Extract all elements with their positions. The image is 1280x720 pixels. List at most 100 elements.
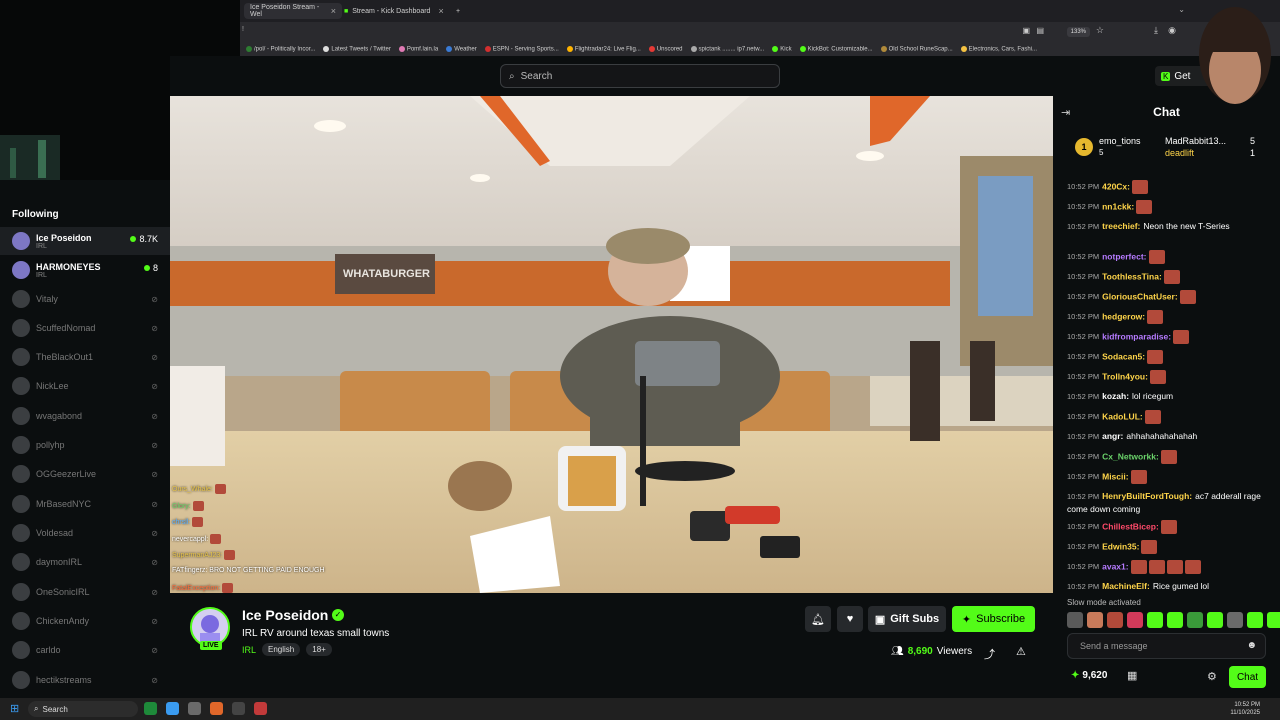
bookmark-item[interactable]: Weather [446,45,477,52]
sidebar-item[interactable]: TheBlackOut1 ⊘ [0,343,170,371]
new-tab-button[interactable]: + [450,3,466,19]
chat-username[interactable]: Cx_Networkk: [1102,451,1159,461]
chat-username[interactable]: notperfect: [1102,251,1146,261]
chat-username[interactable]: HenryBuiltFordTough: [1102,491,1192,501]
bookmark-item[interactable]: Kick [772,45,792,52]
chat-message[interactable]: 10:52 PM 420Cx: [1067,180,1272,194]
gift-subs-button[interactable]: ▣ Gift Subs [868,606,946,632]
emote-icon[interactable] [1147,612,1163,628]
chat-message[interactable]: 10:52 PM ChillestBicep: [1067,520,1272,534]
app-icon[interactable] [232,702,245,715]
tab-list-chevron-icon[interactable]: ⌄ [1178,5,1185,14]
chat-settings-icon[interactable]: ⚙ [1207,670,1217,683]
app-icon[interactable] [166,702,179,715]
url-field[interactable]: ! [242,26,244,33]
chat-message[interactable]: 10:52 PM treechief: Neon the new T-Series [1067,220,1272,233]
chat-username[interactable]: ChillestBicep: [1102,521,1159,531]
sidebar-item[interactable]: Voldesad ⊘ [0,519,170,547]
subscribe-button[interactable]: ✦ Subscribe [952,606,1035,632]
chat-username[interactable]: hedgerow: [1102,311,1145,321]
screenshot-icon[interactable]: ▤ [1036,26,1044,35]
tag-mature[interactable]: 18+ [306,643,332,656]
sidebar-item[interactable]: daymonIRL ⊘ [0,548,170,576]
extension-icon[interactable]: ◉ [1168,25,1176,36]
notification-bell-button[interactable]: 🔔︎ [805,606,831,632]
chat-username[interactable]: Trolln4you: [1102,371,1148,381]
channel-name[interactable]: Ice Poseidon [242,607,328,623]
chat-message[interactable]: 10:52 PM hedgerow: [1067,310,1272,324]
download-icon[interactable]: ⤓ [1154,25,1158,36]
chat-message[interactable]: 10:52 PM notperfect: [1067,250,1272,264]
sidebar-item[interactable]: OneSonicIRL ⊘ [0,578,170,606]
bookmark-item[interactable]: Latest Tweets / Twitter [323,45,391,52]
bookmark-item[interactable]: spictank ........ ip7.netw... [690,45,764,52]
windows-start-icon[interactable]: ⊞ [10,702,19,715]
taskbar-search[interactable]: ⌕ Search [28,701,138,717]
chat-message[interactable]: 10:52 PM avax1: [1067,560,1272,574]
chat-send-button[interactable]: Chat [1229,666,1266,688]
bookmark-item[interactable]: Electronics, Cars, Fashi... [960,45,1037,52]
chat-username[interactable]: avax1: [1102,561,1128,571]
sidebar-item[interactable]: Vitaly ⊘ [0,285,170,313]
chat-message[interactable]: 10:52 PM Cx_Networkk: [1067,450,1272,464]
firefox-icon[interactable] [210,702,223,715]
sidebar-item[interactable]: wvagabond ⊘ [0,402,170,430]
chat-username[interactable]: angr: [1102,431,1123,441]
emote-icon[interactable] [1127,612,1143,628]
chat-username[interactable]: nn1ckk: [1102,201,1134,211]
store-icon[interactable]: ▦ [1127,669,1137,682]
bookmark-item[interactable]: Unscored [648,45,683,52]
category-link[interactable]: IRL [242,645,256,655]
chat-message[interactable]: 10:52 PM kidfromparadise: [1067,330,1272,344]
sidebar-item[interactable]: NickLee ⊘ [0,372,170,400]
sidebar-item[interactable]: ScuffedNomad ⊘ [0,314,170,342]
chat-message[interactable]: 10:52 PM angr: ahhahahahahahah [1067,430,1272,443]
chat-message-input[interactable]: Send a message ☻ [1067,633,1266,659]
share-icon[interactable]: ⤴ [984,646,995,662]
bookmark-item[interactable]: Old School RuneScap... [880,45,953,52]
bookmark-item[interactable]: Pomf.lain.la [398,45,438,52]
sidebar-item[interactable]: Ice Poseidon IRL 8.7K [0,227,170,255]
app-icon[interactable] [188,702,201,715]
close-tab-icon[interactable]: × [438,6,443,16]
leader-user[interactable]: MadRabbit13... [1165,136,1226,146]
chat-message[interactable]: 10:52 PM Edwin35: [1067,540,1272,554]
sidebar-item[interactable]: carldo ⊘ [0,636,170,664]
chat-message[interactable]: 10:52 PM nn1ckk: [1067,200,1272,214]
chat-message[interactable]: 10:52 PM HenryBuiltFordTough: ac7 adderall… [1067,490,1272,515]
report-icon[interactable]: ⚠ [1016,645,1026,658]
system-clock[interactable]: 10:52 PM 11/10/2025 [1230,701,1260,717]
app-icon[interactable] [144,702,157,715]
chat-username[interactable]: Miscii: [1102,471,1128,481]
sidebar-item[interactable]: MrBasedNYC ⊘ [0,490,170,518]
chat-username[interactable]: KadoLUL: [1102,411,1143,421]
bookmark-item[interactable]: ESPN - Serving Sports... [484,45,559,52]
bookmark-item[interactable]: Flightradar24: Live Flig... [566,45,641,52]
leader-user[interactable]: deadlift [1165,148,1194,158]
chat-username[interactable]: treechief: [1102,221,1140,231]
chat-username[interactable]: MachineElf: [1102,581,1150,591]
bookmark-star-icon[interactable]: ☆ [1096,25,1104,36]
chat-username[interactable]: Edwin35: [1102,541,1139,551]
sidebar-item[interactable]: pollyhp ⊘ [0,431,170,459]
chat-username[interactable]: Sodacan5: [1102,351,1145,361]
chat-message[interactable]: 10:52 PM GloriousChatUser: [1067,290,1272,304]
bookmark-item[interactable]: /pol/ - Politically Incor... [246,45,315,52]
emote-icon[interactable] [1247,612,1263,628]
sidebar-item[interactable]: hectikstreams ⊘ [0,666,170,694]
search-input[interactable]: ⌕ Search [500,64,780,88]
emote-icon[interactable] [1207,612,1223,628]
video-player[interactable]: WHATABURGER Ours_Whale: Glory: chrsll: neve… [170,96,1053,593]
sidebar-item[interactable]: HARMONEYES IRL 8 [0,256,170,284]
chat-username[interactable]: kidfromparadise: [1102,331,1171,341]
chat-message[interactable]: 10:52 PM Sodacan5: [1067,350,1272,364]
tag-language[interactable]: English [262,643,301,656]
channel-points[interactable]: ✦ 9,620 [1071,670,1107,681]
browser-tab[interactable]: ■ Stream - Kick Dashboard × [338,3,450,19]
chat-message[interactable]: 10:52 PM Miscii: [1067,470,1272,484]
emote-icon[interactable] [1227,612,1243,628]
reader-icon[interactable]: ▣ [1022,26,1030,35]
zoom-level[interactable]: 133% [1066,27,1090,37]
close-tab-icon[interactable]: × [331,6,336,16]
chat-username[interactable]: 420Cx: [1102,181,1130,191]
